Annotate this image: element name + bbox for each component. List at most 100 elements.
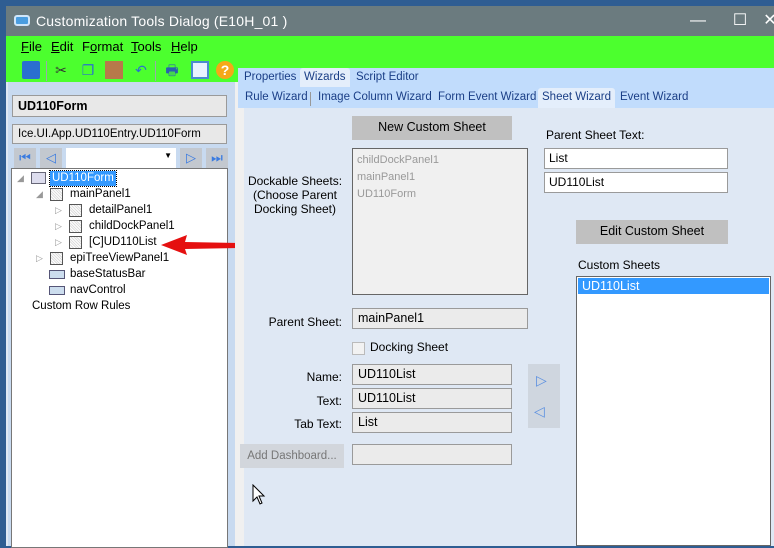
panel-icon [50, 188, 63, 201]
form-name-field: UD110Form [12, 95, 227, 117]
menu-file[interactable]: File [21, 39, 42, 54]
list-item[interactable]: childDockPanel1 [357, 152, 523, 169]
undo-icon[interactable]: ↶ [132, 61, 150, 79]
form-class-field: Ice.UI.App.UD110Entry.UD110Form [12, 124, 227, 144]
title-bar: Customization Tools Dialog (E10H_01 ) — … [6, 6, 774, 36]
menu-format-pre: F [82, 39, 90, 54]
menu-edit[interactable]: Edit [51, 39, 73, 54]
menu-tools[interactable]: Tools [131, 39, 161, 54]
panel-icon [69, 204, 82, 217]
expand-icon[interactable]: ▷ [55, 237, 62, 248]
edit-custom-sheet-button[interactable]: Edit Custom Sheet [576, 220, 728, 244]
tree-node[interactable]: epiTreeViewPanel1 [70, 251, 169, 266]
list-item[interactable]: UD110Form [357, 186, 523, 203]
preview-icon[interactable] [191, 61, 209, 79]
tree-node[interactable]: UD110Form [49, 170, 117, 187]
list-item[interactable]: mainPanel1 [357, 169, 523, 186]
tab-wizards[interactable]: Wizards [300, 68, 350, 87]
expand-icon[interactable]: ▷ [36, 253, 43, 264]
tab-properties[interactable]: Properties [240, 68, 300, 87]
subtab-sheet-wizard[interactable]: Sheet Wizard [538, 88, 616, 108]
menu-edit-key: E [51, 39, 60, 54]
tab-script-editor[interactable]: Script Editor [352, 68, 423, 87]
menu-file-label: ile [28, 39, 42, 54]
last-record-button[interactable]: ⏭ [206, 148, 228, 168]
maximize-button[interactable]: ☐ [720, 10, 760, 32]
list-item[interactable]: UD110List [578, 278, 769, 294]
parent-sheet-label: Parent Sheet: [268, 315, 342, 329]
menu-help-key: H [171, 39, 181, 54]
control-tree[interactable]: ◢ UD110Form ◢ mainPanel1 ▷ detailPanel1 … [11, 168, 228, 548]
minimize-button[interactable]: — [678, 10, 718, 32]
subtab-event-wizard[interactable]: Event Wizard [616, 88, 692, 107]
parent-sheet-text-field[interactable]: List [544, 148, 728, 169]
first-record-button[interactable]: ⏮ [14, 148, 36, 168]
collapse-icon[interactable]: ◢ [36, 189, 43, 200]
expand-icon[interactable]: ▷ [55, 221, 62, 232]
menu-tools-label: ools [137, 39, 162, 54]
menu-format[interactable]: Format [82, 39, 123, 54]
add-dashboard-button[interactable]: Add Dashboard... [240, 444, 344, 468]
panel-icon [69, 236, 82, 249]
print-icon[interactable]: 🖶 [163, 61, 181, 79]
tab-bar: Properties Wizards Script Editor Rule Wi… [238, 68, 774, 108]
docking-sheet-label: Docking Sheet [370, 340, 449, 354]
tree-node[interactable]: detailPanel1 [89, 203, 152, 218]
expand-icon[interactable]: ▷ [55, 205, 62, 216]
tree-node[interactable]: [C]UD110List [89, 235, 157, 250]
previous-record-button[interactable]: ◁ [40, 148, 62, 168]
tab-text-field[interactable]: List [352, 412, 512, 433]
move-right-button[interactable]: ▷ [536, 372, 547, 389]
save-icon[interactable] [22, 61, 40, 79]
statusbar-icon [49, 270, 65, 279]
dashboard-field[interactable] [352, 444, 512, 465]
menu-format-label: rmat [97, 39, 124, 54]
customization-tools-window: Customization Tools Dialog (E10H_01 ) — … [6, 6, 774, 548]
window-title: Customization Tools Dialog (E10H_01 ) [36, 13, 288, 29]
close-button[interactable]: ✕ [760, 10, 774, 32]
tree-node[interactable]: navControl [70, 283, 126, 298]
paste-icon[interactable] [105, 61, 123, 79]
subtab-image-column-wizard[interactable]: Image Column Wizard [314, 88, 436, 107]
menu-file-key: F [21, 39, 29, 54]
subtab-form-event-wizard[interactable]: Form Event Wizard [434, 88, 540, 107]
menu-help-label: elp [180, 39, 198, 54]
subtab-rule-wizard[interactable]: Rule Wizard [241, 88, 312, 107]
next-record-button[interactable]: ▷ [180, 148, 202, 168]
docking-sheet-checkbox[interactable] [352, 342, 365, 355]
toolbar-separator [155, 61, 156, 81]
parent-sheet-text-label: Parent Sheet Text: [546, 128, 645, 142]
custom-sheets-label: Custom Sheets [578, 258, 661, 272]
tree-node[interactable]: Custom Row Rules [32, 299, 130, 314]
tree-node[interactable]: childDockPanel1 [89, 219, 175, 234]
new-custom-sheet-button[interactable]: New Custom Sheet [352, 116, 512, 140]
text-field[interactable]: UD110List [352, 388, 512, 409]
tree-node[interactable]: mainPanel1 [70, 187, 131, 202]
form-icon [31, 172, 46, 184]
panel-icon [50, 252, 63, 265]
dockable-sheets-label: Dockable Sheets: (Choose Parent Docking … [247, 174, 343, 216]
collapse-icon[interactable]: ◢ [17, 173, 24, 184]
app-icon [14, 15, 30, 26]
move-left-button[interactable]: ◁ [534, 403, 545, 420]
toolbar-separator [46, 61, 47, 81]
menu-help[interactable]: Help [171, 39, 198, 54]
dockable-sheets-list[interactable]: childDockPanel1 mainPanel1 UD110Form [352, 148, 528, 295]
custom-sheets-list[interactable]: UD110List [576, 276, 771, 546]
panel-splitter[interactable] [235, 82, 244, 546]
name-field[interactable]: UD110List [352, 364, 512, 385]
cut-icon[interactable]: ✂ [52, 61, 70, 79]
tab-divider [310, 92, 311, 106]
tree-node[interactable]: baseStatusBar [70, 267, 145, 282]
menu-edit-label: dit [59, 39, 74, 54]
panel-icon [69, 220, 82, 233]
help-icon[interactable]: ? [216, 61, 234, 79]
copy-icon[interactable]: ❐ [79, 61, 97, 79]
red-arrow-annotation [161, 235, 239, 255]
parent-sheet-field: mainPanel1 [352, 308, 528, 329]
name-label: Name: [306, 370, 342, 384]
tab-text-label: Tab Text: [294, 417, 342, 431]
parent-sheet-name-field[interactable]: UD110List [544, 172, 728, 193]
navcontrol-icon [49, 286, 65, 295]
record-select[interactable]: ▼ [66, 148, 176, 168]
